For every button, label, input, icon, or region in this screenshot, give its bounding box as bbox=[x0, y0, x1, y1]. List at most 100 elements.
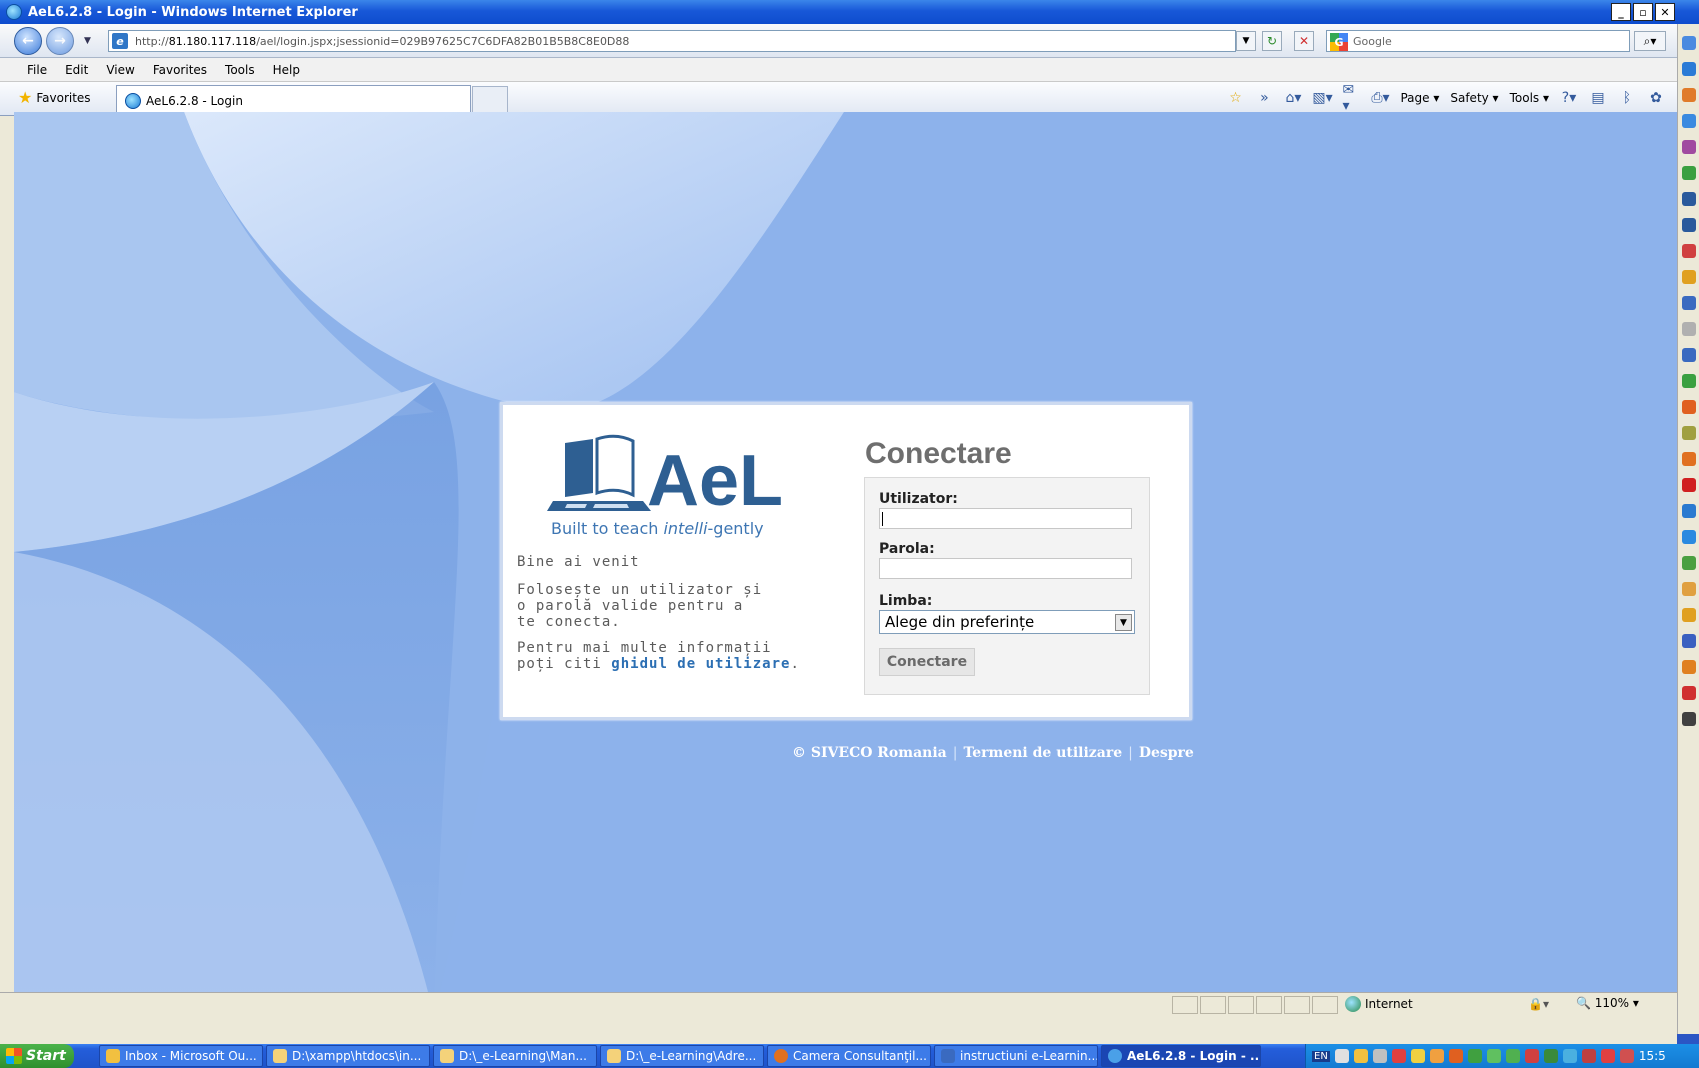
side-app-icon[interactable] bbox=[1681, 192, 1696, 206]
tools-menu[interactable]: Tools ▾ bbox=[1510, 91, 1549, 105]
side-app-icon[interactable] bbox=[1681, 582, 1696, 596]
about-link[interactable]: Despre bbox=[1139, 745, 1194, 761]
start-button[interactable]: Start bbox=[0, 1044, 74, 1068]
tray-icon[interactable] bbox=[1429, 1049, 1444, 1063]
chevron-down-icon[interactable]: ▼ bbox=[1115, 614, 1132, 631]
side-app-icon[interactable] bbox=[1681, 36, 1696, 50]
help-icon[interactable]: ?▾ bbox=[1560, 89, 1578, 107]
windows-logo-icon bbox=[6, 1048, 22, 1064]
tray-icon[interactable] bbox=[1505, 1049, 1520, 1063]
menu-file[interactable]: File bbox=[18, 63, 56, 77]
side-app-icon[interactable] bbox=[1681, 244, 1696, 258]
side-app-icon[interactable] bbox=[1681, 478, 1696, 492]
status-segment bbox=[1312, 996, 1338, 1014]
close-button[interactable]: ✕ bbox=[1655, 3, 1675, 21]
tray-icon[interactable] bbox=[1581, 1049, 1596, 1063]
side-app-icon[interactable] bbox=[1681, 374, 1696, 388]
tray-icon[interactable] bbox=[1600, 1049, 1615, 1063]
menu-help[interactable]: Help bbox=[264, 63, 309, 77]
side-app-icon[interactable] bbox=[1681, 322, 1696, 336]
logo-tagline: Built to teach intelli-gently bbox=[551, 519, 764, 538]
user-guide-link[interactable]: ghidul de utilizare bbox=[611, 656, 790, 672]
side-app-icon[interactable] bbox=[1681, 270, 1696, 284]
refresh-button[interactable]: ↻ bbox=[1262, 31, 1282, 51]
minimize-button[interactable]: _ bbox=[1611, 3, 1631, 21]
home-icon[interactable]: ⌂▾ bbox=[1284, 89, 1302, 107]
bluetooth-icon[interactable]: ᛒ bbox=[1618, 89, 1636, 107]
tray-icon[interactable] bbox=[1524, 1049, 1539, 1063]
history-dropdown-icon[interactable]: ▼ bbox=[84, 36, 91, 46]
tray-icon[interactable] bbox=[1334, 1049, 1349, 1063]
side-app-icon[interactable] bbox=[1681, 348, 1696, 362]
side-app-icon[interactable] bbox=[1681, 712, 1696, 726]
add-favorite-icon[interactable]: ☆ bbox=[1226, 89, 1244, 107]
task-outlook[interactable]: Inbox - Microsoft Ou... bbox=[99, 1045, 263, 1067]
tray-icon[interactable] bbox=[1486, 1049, 1501, 1063]
clock[interactable]: 15:5 bbox=[1639, 1049, 1666, 1063]
side-app-icon[interactable] bbox=[1681, 530, 1696, 544]
menu-favorites[interactable]: Favorites bbox=[144, 63, 216, 77]
side-app-icon[interactable] bbox=[1681, 166, 1696, 180]
task-folder-addresses[interactable]: D:\_e-Learning\Adre... bbox=[600, 1045, 764, 1067]
address-dropdown-button[interactable]: ▼ bbox=[1236, 31, 1256, 51]
side-app-icon[interactable] bbox=[1681, 556, 1696, 570]
language-select[interactable]: Alege din preferințe ▼ bbox=[879, 610, 1135, 634]
menu-view[interactable]: View bbox=[97, 63, 143, 77]
task-ie-ael[interactable]: AeL6.2.8 - Login - ... bbox=[1101, 1045, 1261, 1067]
side-app-icon[interactable] bbox=[1681, 296, 1696, 310]
favorites-button[interactable]: ★ Favorites bbox=[18, 90, 91, 106]
menu-tools[interactable]: Tools bbox=[216, 63, 264, 77]
task-folder-manuals[interactable]: D:\_e-Learning\Man... bbox=[433, 1045, 597, 1067]
side-app-icon[interactable] bbox=[1681, 634, 1696, 648]
side-app-icon[interactable] bbox=[1681, 140, 1696, 154]
tray-icon[interactable] bbox=[1410, 1049, 1425, 1063]
back-button[interactable]: ← bbox=[14, 27, 42, 55]
side-app-icon[interactable] bbox=[1681, 400, 1696, 414]
stop-button[interactable]: ✕ bbox=[1294, 31, 1314, 51]
tray-icon[interactable] bbox=[1619, 1049, 1634, 1063]
tray-icon[interactable] bbox=[1467, 1049, 1482, 1063]
safety-menu[interactable]: Safety ▾ bbox=[1450, 91, 1498, 105]
page-menu[interactable]: Page ▾ bbox=[1400, 91, 1439, 105]
side-app-icon[interactable] bbox=[1681, 686, 1696, 700]
user-input[interactable] bbox=[879, 508, 1132, 529]
task-word[interactable]: instructiuni e-Learnin... bbox=[934, 1045, 1098, 1067]
forward-button[interactable]: → bbox=[46, 27, 74, 55]
mail-icon[interactable]: ✉▾ bbox=[1342, 82, 1360, 114]
messenger-icon[interactable]: ✿ bbox=[1647, 89, 1665, 107]
feeds-icon[interactable]: ▧▾ bbox=[1312, 89, 1332, 107]
tray-icon[interactable] bbox=[1391, 1049, 1406, 1063]
side-app-icon[interactable] bbox=[1681, 504, 1696, 518]
side-app-icon[interactable] bbox=[1681, 452, 1696, 466]
side-app-icon[interactable] bbox=[1681, 426, 1696, 440]
side-app-icon[interactable] bbox=[1681, 114, 1696, 128]
side-app-icon[interactable] bbox=[1681, 62, 1696, 76]
security-zone[interactable]: Internet bbox=[1345, 996, 1413, 1012]
address-input[interactable]: e http://81.180.117.118/ael/login.jspx;j… bbox=[108, 30, 1236, 52]
window-title-bar[interactable]: AeL6.2.8 - Login - Windows Internet Expl… bbox=[0, 0, 1699, 24]
side-app-icon[interactable] bbox=[1681, 608, 1696, 622]
menu-edit[interactable]: Edit bbox=[56, 63, 97, 77]
tray-icon[interactable] bbox=[1448, 1049, 1463, 1063]
side-app-icon[interactable] bbox=[1681, 660, 1696, 674]
task-folder-xampp[interactable]: D:\xampp\htdocs\in... bbox=[266, 1045, 430, 1067]
terms-link[interactable]: Termeni de utilizare bbox=[963, 745, 1122, 761]
restore-button[interactable]: ▫ bbox=[1633, 3, 1653, 21]
tray-icon[interactable] bbox=[1543, 1049, 1558, 1063]
tray-icon[interactable] bbox=[1372, 1049, 1387, 1063]
print-icon[interactable]: ⎙▾ bbox=[1371, 89, 1389, 107]
tray-icon[interactable] bbox=[1353, 1049, 1368, 1063]
password-input[interactable] bbox=[879, 558, 1132, 579]
more-commands-icon[interactable]: » bbox=[1255, 89, 1273, 107]
search-button[interactable]: ⌕▾ bbox=[1634, 31, 1666, 51]
zoom-control[interactable]: 🔍 110% ▾ bbox=[1576, 996, 1639, 1010]
search-input[interactable]: G Google bbox=[1326, 30, 1630, 52]
research-icon[interactable]: ▤ bbox=[1589, 89, 1607, 107]
language-indicator[interactable]: EN bbox=[1312, 1050, 1330, 1062]
task-firefox[interactable]: Camera Consultanţil... bbox=[767, 1045, 931, 1067]
side-app-icon[interactable] bbox=[1681, 88, 1696, 102]
protected-mode-icon[interactable]: 🔒▾ bbox=[1528, 997, 1549, 1011]
login-submit-button[interactable]: Conectare bbox=[879, 648, 975, 676]
side-app-icon[interactable] bbox=[1681, 218, 1696, 232]
tray-icon[interactable] bbox=[1562, 1049, 1577, 1063]
